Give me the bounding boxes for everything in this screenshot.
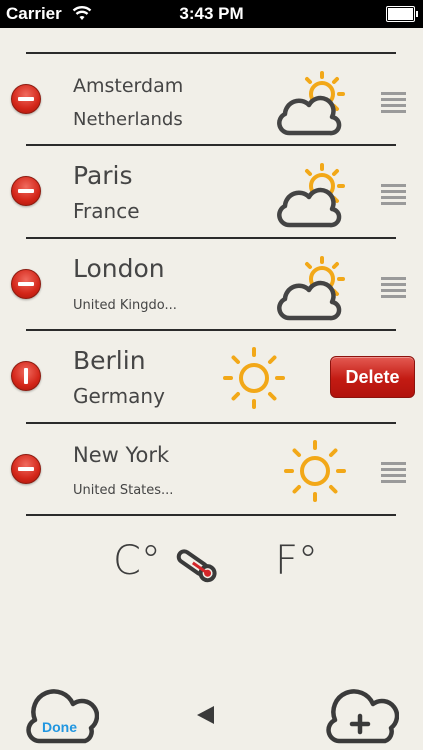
delete-minus-button[interactable]	[11, 454, 41, 484]
city-name: Paris	[73, 161, 133, 190]
divider	[26, 422, 396, 424]
city-row[interactable]: London United Kingdo...	[0, 240, 423, 330]
country-name: Netherlands	[73, 109, 183, 130]
delete-button[interactable]: Delete	[330, 356, 415, 398]
cloud-icon	[26, 689, 99, 744]
city-name: New York	[73, 443, 170, 467]
partly-cloudy-icon	[277, 163, 345, 228]
fahrenheit-toggle[interactable]: F°	[275, 538, 318, 584]
battery-icon	[386, 6, 418, 22]
partly-cloudy-icon	[277, 71, 345, 136]
city-name: London	[73, 254, 165, 283]
divider	[26, 237, 396, 239]
partly-cloudy-icon	[277, 256, 345, 321]
status-bar: Carrier 3:43 PM	[0, 0, 423, 28]
add-city-button[interactable]	[325, 686, 399, 746]
city-name: Berlin	[73, 346, 146, 375]
city-row[interactable]: Amsterdam Netherlands	[0, 55, 423, 145]
divider	[26, 52, 396, 54]
sun-icon	[223, 347, 285, 409]
celsius-toggle[interactable]: C°	[113, 538, 161, 584]
delete-minus-button[interactable]	[11, 84, 41, 114]
city-row[interactable]: New York United States...	[0, 425, 423, 515]
city-name: Amsterdam	[73, 75, 184, 97]
reorder-handle[interactable]	[381, 92, 406, 114]
thermometer-icon[interactable]	[170, 546, 220, 584]
country-name: Germany	[73, 384, 165, 408]
reorder-handle[interactable]	[381, 462, 406, 484]
country-name: France	[73, 199, 140, 223]
done-button[interactable]: Done	[25, 686, 99, 746]
city-row[interactable]: Paris France	[0, 147, 423, 237]
back-arrow-icon[interactable]	[194, 704, 216, 726]
delete-minus-button[interactable]	[11, 176, 41, 206]
reorder-handle[interactable]	[381, 277, 406, 299]
bottom-toolbar: Done	[0, 680, 423, 750]
clock: 3:43 PM	[179, 4, 244, 23]
delete-minus-button-rotated[interactable]	[11, 361, 41, 391]
delete-minus-button[interactable]	[11, 269, 41, 299]
country-name: United Kingdo...	[73, 298, 177, 313]
city-row[interactable]: Berlin Germany Delete	[0, 332, 423, 422]
country-name: United States...	[73, 483, 174, 498]
reorder-handle[interactable]	[381, 184, 406, 206]
done-label: Done	[42, 719, 77, 735]
sun-icon	[284, 440, 346, 502]
